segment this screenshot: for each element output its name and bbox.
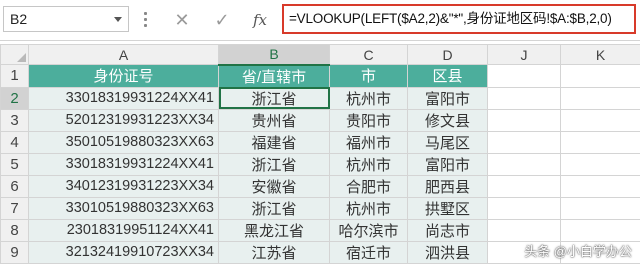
table-cell[interactable]: 马尾区: [407, 130, 488, 154]
insert-function-icon[interactable]: fx: [248, 8, 272, 32]
empty-cell[interactable]: [560, 108, 640, 132]
spreadsheet-grid: A B C D J K 1 身份证号 省/直辖市 市 区县 2 33018319…: [0, 44, 640, 264]
empty-cell[interactable]: [560, 86, 640, 110]
table-cell[interactable]: 宿迁市: [329, 240, 408, 264]
empty-cell[interactable]: [487, 130, 561, 154]
empty-cell[interactable]: [487, 174, 561, 198]
table-cell[interactable]: 肥西县: [407, 174, 488, 198]
column-header-j[interactable]: J: [487, 44, 561, 65]
empty-cell[interactable]: [487, 86, 561, 110]
column-header-k[interactable]: K: [560, 44, 640, 65]
table-cell[interactable]: 33010519880323XX63: [28, 196, 219, 220]
table-cell[interactable]: 杭州市: [329, 152, 408, 176]
table-cell[interactable]: 江苏省: [218, 240, 330, 264]
empty-cell[interactable]: [487, 64, 561, 88]
header-cell-district[interactable]: 区县: [407, 64, 488, 88]
table-cell[interactable]: 富阳市: [407, 152, 488, 176]
row-header[interactable]: 6: [0, 174, 29, 198]
table-cell[interactable]: 尚志市: [407, 218, 488, 242]
row-header[interactable]: 9: [0, 240, 29, 264]
table-cell[interactable]: 浙江省: [218, 152, 330, 176]
row-header[interactable]: 4: [0, 130, 29, 154]
row-header[interactable]: 5: [0, 152, 29, 176]
empty-cell[interactable]: [560, 196, 640, 220]
header-cell-id[interactable]: 身份证号: [28, 64, 219, 88]
table-cell[interactable]: 杭州市: [329, 196, 408, 220]
select-all-corner[interactable]: [0, 44, 29, 65]
table-cell[interactable]: 浙江省: [218, 196, 330, 220]
row-header[interactable]: 7: [0, 196, 29, 220]
empty-cell[interactable]: [487, 108, 561, 132]
table-cell[interactable]: 23018319951124XX41: [28, 218, 219, 242]
empty-cell[interactable]: [560, 174, 640, 198]
empty-cell[interactable]: [560, 218, 640, 242]
table-cell[interactable]: 33018319931224XX41: [28, 86, 219, 110]
table-cell[interactable]: 合肥市: [329, 174, 408, 198]
row-header[interactable]: 2: [0, 86, 29, 110]
table-cell[interactable]: 35010519880323XX63: [28, 130, 219, 154]
name-box[interactable]: B2: [3, 6, 129, 32]
chevron-down-icon[interactable]: [114, 17, 122, 22]
table-cell[interactable]: 福建省: [218, 130, 330, 154]
empty-cell[interactable]: [560, 64, 640, 88]
drag-handle-icon[interactable]: [144, 12, 148, 28]
column-header-d[interactable]: D: [407, 44, 488, 65]
formula-bar: B2 ✕ ✓ fx =VLOOKUP(LEFT($A2,2)&"*",身份证地区…: [0, 0, 640, 41]
empty-cell[interactable]: [487, 218, 561, 242]
table-cell[interactable]: 泗洪县: [407, 240, 488, 264]
empty-cell[interactable]: [487, 152, 561, 176]
enter-icon[interactable]: ✓: [208, 8, 236, 32]
table-cell[interactable]: 黑龙江省: [218, 218, 330, 242]
header-cell-city[interactable]: 市: [329, 64, 408, 88]
formula-input[interactable]: =VLOOKUP(LEFT($A2,2)&"*",身份证地区码!$A:$B,2,…: [282, 4, 636, 34]
table-cell[interactable]: 福州市: [329, 130, 408, 154]
active-cell[interactable]: 浙江省: [218, 86, 330, 110]
column-header-c[interactable]: C: [329, 44, 408, 65]
table-cell[interactable]: 修文县: [407, 108, 488, 132]
table-cell[interactable]: 富阳市: [407, 86, 488, 110]
table-cell[interactable]: 杭州市: [329, 86, 408, 110]
table-cell[interactable]: 52012319931223XX34: [28, 108, 219, 132]
table-cell[interactable]: 贵阳市: [329, 108, 408, 132]
table-cell[interactable]: 安徽省: [218, 174, 330, 198]
table-cell[interactable]: 拱墅区: [407, 196, 488, 220]
column-header-a[interactable]: A: [28, 44, 219, 65]
empty-cell[interactable]: [560, 130, 640, 154]
table-cell[interactable]: 哈尔滨市: [329, 218, 408, 242]
cancel-icon[interactable]: ✕: [168, 8, 196, 32]
watermark-logo: 头条 @小白学办公: [524, 244, 632, 259]
row-header[interactable]: 8: [0, 218, 29, 242]
empty-cell[interactable]: [487, 196, 561, 220]
column-header-b[interactable]: B: [218, 44, 330, 66]
table-cell[interactable]: 33018319931224XX41: [28, 152, 219, 176]
table-cell[interactable]: 贵州省: [218, 108, 330, 132]
row-header[interactable]: 1: [0, 64, 29, 88]
header-cell-province[interactable]: 省/直辖市: [218, 64, 330, 88]
table-cell[interactable]: 34012319931223XX34: [28, 174, 219, 198]
table-cell[interactable]: 32132419910723XX34: [28, 240, 219, 264]
empty-cell[interactable]: [560, 152, 640, 176]
name-box-value: B2: [10, 11, 28, 27]
row-header[interactable]: 3: [0, 108, 29, 132]
